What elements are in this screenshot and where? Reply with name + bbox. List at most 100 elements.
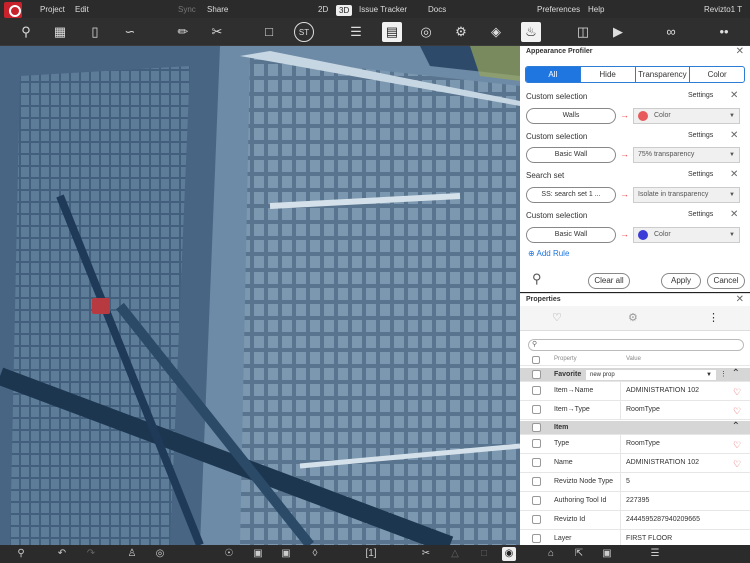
heart-icon[interactable]: ♡ <box>733 406 741 417</box>
comment-icon[interactable]: □ <box>259 22 279 42</box>
add-rule-button[interactable]: ⊕ Add Rule <box>528 249 569 258</box>
group-checkbox[interactable] <box>532 423 541 432</box>
settings-icon[interactable]: ⚙ <box>451 22 471 42</box>
screenshot-icon[interactable]: ▣ <box>600 547 614 561</box>
rule-target-button[interactable]: SS: search set 1 ... <box>526 187 616 203</box>
cancel-button[interactable]: Cancel <box>707 273 745 289</box>
close-icon[interactable]: ✕ <box>730 90 738 101</box>
menu-issue-tracker[interactable]: Issue Tracker <box>359 5 407 14</box>
rule-action-select[interactable]: Color ▼ <box>633 108 740 124</box>
table-row[interactable]: Item→Type RoomType ♡ <box>520 401 750 420</box>
box-icon[interactable]: □ <box>477 547 491 561</box>
layers-icon[interactable]: ☰ <box>346 22 366 42</box>
door-icon[interactable]: ▯ <box>85 22 105 42</box>
close-icon[interactable]: ✕ <box>730 209 738 220</box>
group-checkbox[interactable] <box>532 370 541 379</box>
chevron-up-icon[interactable]: ⌃ <box>732 421 740 432</box>
rule-settings-button[interactable]: Settings <box>688 132 713 139</box>
row-checkbox[interactable] <box>532 477 541 486</box>
item-group-row[interactable]: Item ⌃ <box>520 421 750 435</box>
walk-icon[interactable]: ♙ <box>125 547 139 561</box>
menu-project[interactable]: Project <box>40 5 65 14</box>
scissors-icon[interactable]: ✂ <box>207 22 227 42</box>
row-checkbox[interactable] <box>532 386 541 395</box>
chevron-up-icon[interactable]: ⌃ <box>732 368 740 379</box>
more-vertical-icon[interactable]: ⋮ <box>720 370 727 378</box>
tab-hide[interactable]: Hide <box>579 67 635 82</box>
row-checkbox[interactable] <box>532 496 541 505</box>
link-icon[interactable]: ∞ <box>661 22 681 42</box>
more-icon[interactable]: •• <box>714 22 734 42</box>
row-checkbox[interactable] <box>532 534 541 543</box>
select-all-checkbox[interactable] <box>532 356 540 364</box>
tab-all[interactable]: All <box>526 67 580 82</box>
heart-icon[interactable]: ♡ <box>733 440 741 451</box>
rule-settings-button[interactable]: Settings <box>688 171 713 178</box>
toggle-2d[interactable]: 2D <box>318 5 328 14</box>
home-icon[interactable]: ⌂ <box>544 547 558 561</box>
heart-outline-icon[interactable]: ♡ <box>552 311 562 324</box>
table-row[interactable]: Item→Name ADMINISTRATION 102 ♡ <box>520 382 750 401</box>
fullscreen-icon[interactable]: ⇱ <box>572 547 586 561</box>
rule-action-select[interactable]: Isolate in transparency ▼ <box>633 187 740 203</box>
row-checkbox[interactable] <box>532 405 541 414</box>
tab-transparency[interactable]: Transparency <box>634 67 690 82</box>
color-swatch[interactable] <box>638 111 648 121</box>
more-vertical-icon[interactable]: ⋮ <box>708 311 719 324</box>
table-row[interactable]: Revizto Id 2444595287940209665 <box>520 511 750 530</box>
ruler-icon[interactable]: ✏ <box>173 22 193 42</box>
eye-icon[interactable]: ☉ <box>222 547 236 561</box>
clear-all-button[interactable]: Clear all <box>588 273 630 289</box>
isolate-icon[interactable]: ▣ <box>279 547 293 561</box>
scissors-icon[interactable]: ✂ <box>419 547 433 561</box>
undo-icon[interactable]: ↶ <box>55 547 69 561</box>
heart-icon[interactable]: ♡ <box>733 387 741 398</box>
color-swatch[interactable] <box>638 230 648 240</box>
row-checkbox[interactable] <box>532 439 541 448</box>
new-prop-select[interactable]: new prop ▼ <box>586 370 716 380</box>
menu-circle-icon[interactable]: ☰ <box>648 547 662 561</box>
row-checkbox[interactable] <box>532 458 541 467</box>
location-pin-icon[interactable]: ⚲ <box>16 22 36 42</box>
rule-target-button[interactable]: Walls <box>526 108 616 124</box>
menu-docs[interactable]: Docs <box>428 5 446 14</box>
orbit-icon[interactable]: ◎ <box>153 547 167 561</box>
heart-icon[interactable]: ♡ <box>733 459 741 470</box>
rule-action-select[interactable]: Color ▼ <box>633 227 740 243</box>
menu-sync[interactable]: Sync <box>178 5 196 14</box>
tab-color[interactable]: Color <box>689 67 744 82</box>
rule-settings-button[interactable]: Settings <box>688 92 713 99</box>
view-icon[interactable]: ◉ <box>502 547 516 561</box>
table-row[interactable]: Type RoomType ♡ <box>520 435 750 454</box>
video-icon[interactable]: ▶ <box>608 22 628 42</box>
gear-icon[interactable]: ⚙ <box>628 311 638 324</box>
revizto-logo[interactable] <box>4 2 22 18</box>
camera-icon[interactable]: ◎ <box>416 22 436 42</box>
toggle-3d[interactable]: 3D <box>336 5 353 16</box>
rule-target-button[interactable]: Basic Wall <box>526 227 616 243</box>
redo-icon[interactable]: ↷ <box>84 547 98 561</box>
st-icon[interactable]: ST <box>294 22 314 42</box>
path-icon[interactable]: ∽ <box>120 22 140 42</box>
cut-plane-icon[interactable]: △ <box>448 547 462 561</box>
menu-help[interactable]: Help <box>588 5 604 14</box>
location-pin-icon[interactable]: ⚲ <box>14 547 28 561</box>
user-name[interactable]: Revizto1 T <box>704 5 742 14</box>
location-pin-icon[interactable]: ⚲ <box>532 271 542 287</box>
list-icon[interactable]: ▤ <box>382 22 402 42</box>
menu-preferences[interactable]: Preferences <box>537 5 580 14</box>
section-icon[interactable]: ◊ <box>308 547 322 561</box>
close-icon[interactable]: ✕ <box>730 169 738 180</box>
rule-target-button[interactable]: Basic Wall <box>526 147 616 163</box>
row-checkbox[interactable] <box>532 515 541 524</box>
favorite-group-row[interactable]: Favorite new prop ▼ ⋮ ⌃ <box>520 368 750 382</box>
menu-edit[interactable]: Edit <box>75 5 89 14</box>
rule-action-select[interactable]: 75% transparency ▼ <box>633 147 740 163</box>
chat-icon[interactable]: ◫ <box>573 22 593 42</box>
hide-icon[interactable]: ▣ <box>251 547 265 561</box>
tag-icon[interactable]: ◈ <box>486 22 506 42</box>
map-icon[interactable]: ▦ <box>50 22 70 42</box>
close-icon[interactable]: ✕ <box>730 130 738 141</box>
menu-share[interactable]: Share <box>207 5 228 14</box>
table-row[interactable]: Name ADMINISTRATION 102 ♡ <box>520 454 750 473</box>
